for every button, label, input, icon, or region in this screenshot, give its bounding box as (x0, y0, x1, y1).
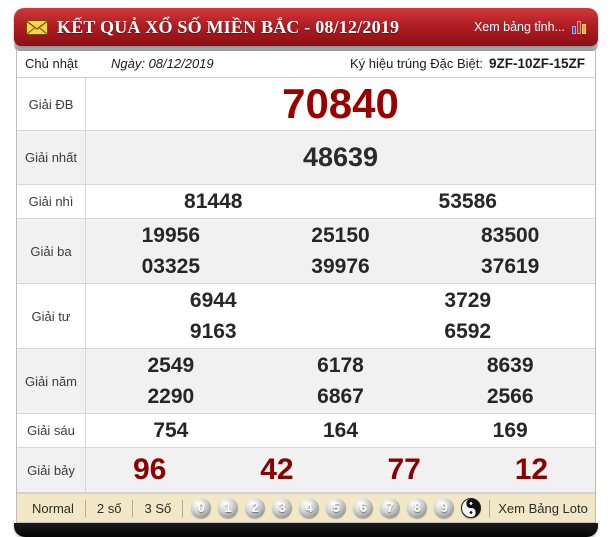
special-symbol-value: 9ZF-10ZF-15ZF (488, 56, 585, 71)
special-symbol-label: Ký hiệu trúng Đặc Biệt: (350, 56, 483, 71)
prize-number: 6867 (317, 385, 364, 408)
info-row: Chủ nhật Ngày: 08/12/2019 Ký hiệu trúng … (17, 50, 595, 78)
prize-row: Giải ĐB 70840 (17, 78, 595, 131)
prize-number: 03325 (141, 255, 201, 278)
digit-button-1[interactable]: 1 (218, 498, 239, 518)
prize-label: Giải bảy (17, 448, 86, 492)
weekday-label: Chủ nhật (25, 56, 78, 71)
prize-number: 53586 (438, 190, 497, 213)
prize-label: Giải nhì (17, 185, 86, 218)
prize-label: Giải nhất (17, 131, 86, 184)
prize-number: 70840 (282, 80, 399, 127)
prize-number: 48639 (302, 142, 379, 172)
results-panel: Chủ nhật Ngày: 08/12/2019 Ký hiệu trúng … (16, 50, 596, 523)
yin-yang-button[interactable] (461, 498, 482, 518)
digit-buttons: 0123456789 (183, 498, 489, 518)
page-title: KẾT QUẢ XỔ SỐ MIỀN BẮC - 08/12/2019 (57, 16, 400, 37)
digit-button-6[interactable]: 6 (353, 498, 374, 518)
prize-number: 42 (260, 453, 294, 486)
prize-number: 83500 (480, 224, 540, 247)
prize-row: Giải tư 6944 3729 9163 6592 (17, 284, 595, 349)
mode-button-normal[interactable]: Normal (21, 501, 85, 516)
digit-button-0[interactable]: 0 (191, 498, 212, 518)
prize-number: 6592 (444, 320, 492, 343)
prize-row: Giải sáu 754 164 169 (17, 414, 595, 448)
prize-number: 2549 (147, 354, 195, 377)
prize-row: Giải nhất 48639 (17, 131, 595, 185)
prize-number: 2290 (147, 385, 195, 408)
prize-number: 6178 (317, 354, 364, 377)
prize-label: Giải tư (17, 284, 86, 348)
province-table-link-label: Xem bảng tỉnh... (473, 20, 565, 34)
prize-label: Giải sáu (17, 414, 86, 447)
prize-number: 3729 (444, 289, 492, 312)
prize-number: 2566 (486, 385, 534, 408)
prize-number: 12 (514, 453, 549, 486)
prize-row: Giải ba 19956 25150 83500 03325 39976 37619 (17, 219, 595, 284)
prize-row: Giải nhì 81448 53586 (17, 185, 595, 219)
results-table: Giải ĐB 70840 Giải nhất 48639 Giải nhì 81448 5… (17, 78, 595, 493)
loto-table-link[interactable]: Xem Bảng Loto (490, 501, 596, 516)
prize-number: 164 (322, 419, 359, 442)
digit-button-5[interactable]: 5 (326, 498, 347, 518)
digit-button-8[interactable]: 8 (407, 498, 428, 518)
prize-number: 81448 (184, 190, 243, 213)
lottery-result-widget: KẾT QUẢ XỔ SỐ MIỀN BẮC - 08/12/2019 Xem … (14, 8, 598, 537)
prize-row: Giải bảy 96 42 77 12 (17, 448, 595, 493)
envelope-icon (26, 19, 48, 35)
prize-number: 19956 (141, 224, 201, 247)
prize-label: Giải ĐB (17, 78, 86, 130)
digit-button-9[interactable]: 9 (434, 498, 455, 518)
prize-number: 6944 (189, 289, 237, 312)
prize-row: Giải năm 2549 6178 8639 2290 6867 2566 (17, 349, 595, 414)
prize-number: 754 (153, 419, 189, 442)
digit-button-2[interactable]: 2 (245, 498, 266, 518)
toolbar: Normal 2 số 3 Số 0123456789 Xem Bảng Lot… (17, 493, 595, 522)
date-label: Ngày: 08/12/2019 (111, 56, 214, 71)
prize-number: 77 (387, 453, 421, 486)
prize-number: 25150 (311, 224, 370, 247)
prize-label: Giải ba (17, 219, 86, 283)
province-table-link[interactable]: Xem bảng tỉnh... (474, 20, 586, 34)
prize-number: 8639 (486, 354, 534, 377)
digit-button-3[interactable]: 3 (272, 498, 293, 518)
prize-number: 9163 (189, 320, 237, 343)
mode-button-3so[interactable]: 3 Số (133, 501, 182, 516)
prize-number: 169 (492, 419, 528, 442)
digit-button-7[interactable]: 7 (380, 498, 401, 518)
bar-chart-icon (572, 20, 586, 34)
prize-number: 39976 (311, 255, 370, 278)
header-bar: KẾT QUẢ XỔ SỐ MIỀN BẮC - 08/12/2019 Xem … (14, 8, 598, 46)
mode-button-2so[interactable]: 2 số (86, 501, 133, 516)
prize-number: 37619 (480, 255, 540, 278)
digit-button-4[interactable]: 4 (299, 498, 320, 518)
prize-label: Giải năm (17, 349, 86, 413)
prize-number: 96 (132, 453, 167, 486)
